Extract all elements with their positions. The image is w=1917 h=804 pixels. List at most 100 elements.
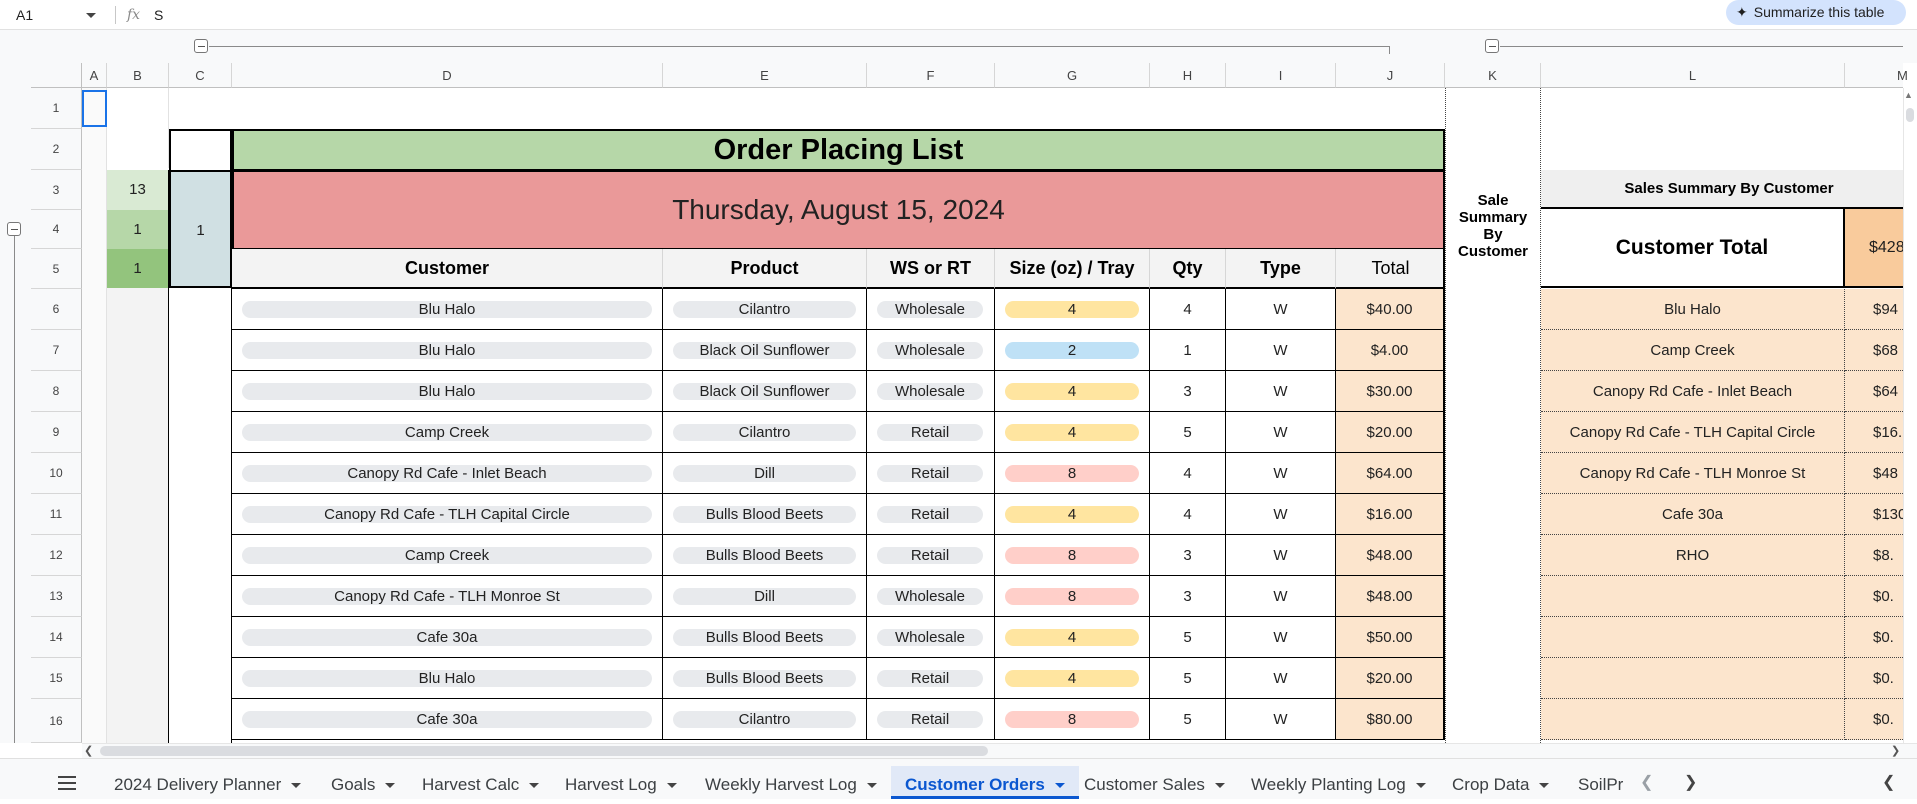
cell-size[interactable]: 8 (995, 535, 1150, 576)
row-header-12[interactable]: 12 (31, 535, 82, 576)
row-header-4[interactable]: 4 (31, 210, 82, 249)
cell-size[interactable]: 4 (995, 494, 1150, 535)
cell-product[interactable]: Cilantro (663, 289, 867, 330)
dropdown-chip-customer[interactable]: Canopy Rd Cafe - TLH Monroe St (242, 588, 652, 605)
dropdown-chip-customer[interactable]: Camp Creek (242, 424, 652, 441)
cell-size[interactable]: 8 (995, 576, 1150, 617)
summary-customer[interactable] (1541, 576, 1845, 617)
cell-total[interactable]: $50.00 (1336, 617, 1445, 658)
cell-type[interactable]: W (1226, 494, 1336, 535)
chevron-down-icon[interactable] (1214, 783, 1225, 789)
cell-product[interactable]: Bulls Blood Beets (663, 617, 867, 658)
cell-product[interactable]: Cilantro (663, 699, 867, 740)
cell-customer[interactable]: Cafe 30a (232, 617, 663, 658)
cell-product[interactable]: Black Oil Sunflower (663, 371, 867, 412)
dropdown-chip-product[interactable]: Cilantro (673, 711, 856, 728)
dropdown-chip-product[interactable]: Cilantro (673, 301, 856, 318)
summary-total[interactable]: $94 (1845, 289, 1903, 330)
row-header-6[interactable]: 6 (31, 289, 82, 330)
summary-total[interactable]: $0. (1845, 699, 1903, 740)
chevron-down-icon[interactable] (529, 783, 540, 789)
tabs-scroll-left-icon[interactable]: ❮ (1640, 772, 1653, 792)
cell-product[interactable]: Dill (663, 453, 867, 494)
cell-ws-rt[interactable]: Retail (867, 658, 995, 699)
dropdown-chip-customer[interactable]: Blu Halo (242, 670, 652, 687)
dropdown-chip-size[interactable]: 8 (1005, 547, 1139, 564)
cell-qty[interactable]: 3 (1150, 535, 1226, 576)
chevron-down-icon[interactable] (1539, 783, 1550, 789)
sheet-tab-weekly-planting-log[interactable]: Weekly Planting Log (1237, 766, 1440, 799)
dropdown-chip-ws-rt[interactable]: Retail (877, 711, 983, 728)
collapse-group-icon[interactable] (194, 39, 208, 53)
dropdown-chip-ws-rt[interactable]: Retail (877, 670, 983, 687)
cell-type[interactable]: W (1226, 289, 1336, 330)
dropdown-chip-product[interactable]: Black Oil Sunflower (673, 342, 856, 359)
chevron-down-icon[interactable] (385, 783, 396, 789)
row-header-10[interactable]: 10 (31, 453, 82, 494)
dropdown-chip-ws-rt[interactable]: Wholesale (877, 383, 983, 400)
row-header-1[interactable]: 1 (31, 88, 82, 129)
sheet-tab-customer-sales[interactable]: Customer Sales (1070, 766, 1239, 799)
dropdown-chip-customer[interactable]: Blu Halo (242, 301, 652, 318)
dropdown-chip-size[interactable]: 8 (1005, 588, 1139, 605)
row-header-11[interactable]: 11 (31, 494, 82, 535)
chevron-down-icon[interactable] (666, 783, 677, 789)
cell-customer[interactable]: Cafe 30a (232, 699, 663, 740)
dropdown-chip-product[interactable]: Bulls Blood Beets (673, 547, 856, 564)
cell-type[interactable]: W (1226, 330, 1336, 371)
cell-qty[interactable]: 3 (1150, 371, 1226, 412)
horizontal-scroll-thumb[interactable] (100, 746, 988, 756)
row-header-15[interactable]: 15 (31, 658, 82, 699)
cell-customer[interactable]: Camp Creek (232, 412, 663, 453)
vertical-scroll-thumb[interactable] (1906, 108, 1914, 122)
cell-total[interactable]: $20.00 (1336, 658, 1445, 699)
row-header-3[interactable]: 3 (31, 170, 82, 210)
dropdown-chip-customer[interactable]: Cafe 30a (242, 711, 652, 728)
sidepanel-collapse-icon[interactable]: ❮ (1882, 772, 1895, 792)
cell-ws-rt[interactable]: Wholesale (867, 617, 995, 658)
summary-customer[interactable]: Blu Halo (1541, 289, 1845, 330)
cell-ws-rt[interactable]: Wholesale (867, 330, 995, 371)
cell-total[interactable]: $48.00 (1336, 576, 1445, 617)
cell-b4[interactable]: 1 (107, 210, 169, 249)
dropdown-chip-size[interactable]: 4 (1005, 506, 1139, 523)
cell-qty[interactable]: 1 (1150, 330, 1226, 371)
chevron-down-icon[interactable] (291, 783, 302, 789)
all-sheets-menu-icon[interactable] (58, 776, 76, 790)
formula-input[interactable]: S (154, 4, 163, 26)
column-header-g[interactable]: G (995, 63, 1150, 88)
dropdown-chip-product[interactable]: Dill (673, 465, 856, 482)
cell-total[interactable]: $40.00 (1336, 289, 1445, 330)
cell-qty[interactable]: 5 (1150, 617, 1226, 658)
cell-qty[interactable]: 4 (1150, 289, 1226, 330)
dropdown-chip-customer[interactable]: Blu Halo (242, 342, 652, 359)
cell-ws-rt[interactable]: Retail (867, 699, 995, 740)
cell-ws-rt[interactable]: Retail (867, 494, 995, 535)
cell-type[interactable]: W (1226, 412, 1336, 453)
cell-size[interactable]: 2 (995, 330, 1150, 371)
row-header-14[interactable]: 14 (31, 617, 82, 658)
summary-total[interactable]: $16. (1845, 412, 1903, 453)
column-header-j[interactable]: J (1336, 63, 1445, 88)
summary-customer[interactable] (1541, 699, 1845, 740)
cell-size[interactable]: 4 (995, 412, 1150, 453)
dropdown-chip-size[interactable]: 4 (1005, 301, 1139, 318)
row-header-8[interactable]: 8 (31, 371, 82, 412)
cell-customer[interactable]: Blu Halo (232, 658, 663, 699)
vertical-scrollbar[interactable] (1903, 88, 1917, 743)
cell-size[interactable]: 4 (995, 658, 1150, 699)
chevron-down-icon[interactable] (1054, 783, 1065, 789)
cell-total[interactable]: $20.00 (1336, 412, 1445, 453)
dropdown-chip-product[interactable]: Bulls Blood Beets (673, 506, 856, 523)
dropdown-chip-size[interactable]: 4 (1005, 629, 1139, 646)
row-header-9[interactable]: 9 (31, 412, 82, 453)
summary-total[interactable]: $68 (1845, 330, 1903, 371)
summary-total[interactable]: $0. (1845, 658, 1903, 699)
cell-customer[interactable]: Canopy Rd Cafe - TLH Capital Circle (232, 494, 663, 535)
cell-total[interactable]: $48.00 (1336, 535, 1445, 576)
cell-product[interactable]: Bulls Blood Beets (663, 658, 867, 699)
summary-total[interactable]: $0. (1845, 576, 1903, 617)
dropdown-chip-ws-rt[interactable]: Wholesale (877, 629, 983, 646)
dropdown-chip-ws-rt[interactable]: Retail (877, 547, 983, 564)
summary-total[interactable]: $8. (1845, 535, 1903, 576)
